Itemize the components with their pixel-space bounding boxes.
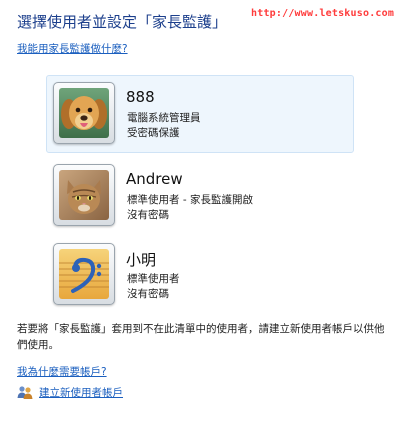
user-password-status: 沒有密碼 [127, 288, 169, 300]
bass-clef-avatar-icon [59, 249, 109, 299]
user-name: 888 [126, 88, 155, 106]
user-tile-888[interactable]: 888 電腦系統管理員 受密碼保護 [46, 75, 354, 153]
create-account-link[interactable]: 建立新使用者帳戶 [39, 385, 123, 400]
watermark-url: http://www.letskuso.com [251, 8, 395, 19]
why-account-link[interactable]: 我為什麼需要帳戶? [17, 364, 107, 379]
avatar [53, 243, 115, 305]
user-role: 標準使用者 [127, 273, 180, 285]
user-tile-xiaoming[interactable]: 小明 標準使用者 沒有密碼 [46, 236, 352, 314]
page-title: 選擇使用者並設定「家長監護」 [17, 13, 228, 31]
dog-avatar-icon [59, 88, 109, 138]
user-name: 小明 [126, 251, 157, 269]
avatar [53, 82, 115, 144]
kitten-avatar-icon [59, 170, 109, 220]
user-name: Andrew [126, 170, 183, 188]
help-link[interactable]: 我能用家長監護做什麼? [17, 41, 128, 56]
user-password-status: 沒有密碼 [127, 209, 169, 221]
user-role: 電腦系統管理員 [127, 112, 201, 124]
avatar [53, 164, 115, 226]
info-note: 若要將「家長監護」套用到不在此清單中的使用者，請建立新使用者帳戶以供他們使用。 [17, 323, 385, 351]
user-role: 標準使用者 - 家長監護開啟 [127, 194, 253, 206]
users-icon [17, 386, 33, 399]
user-tile-andrew[interactable]: Andrew 標準使用者 - 家長監護開啟 沒有密碼 [46, 157, 352, 235]
user-password-status: 受密碼保護 [127, 127, 180, 139]
